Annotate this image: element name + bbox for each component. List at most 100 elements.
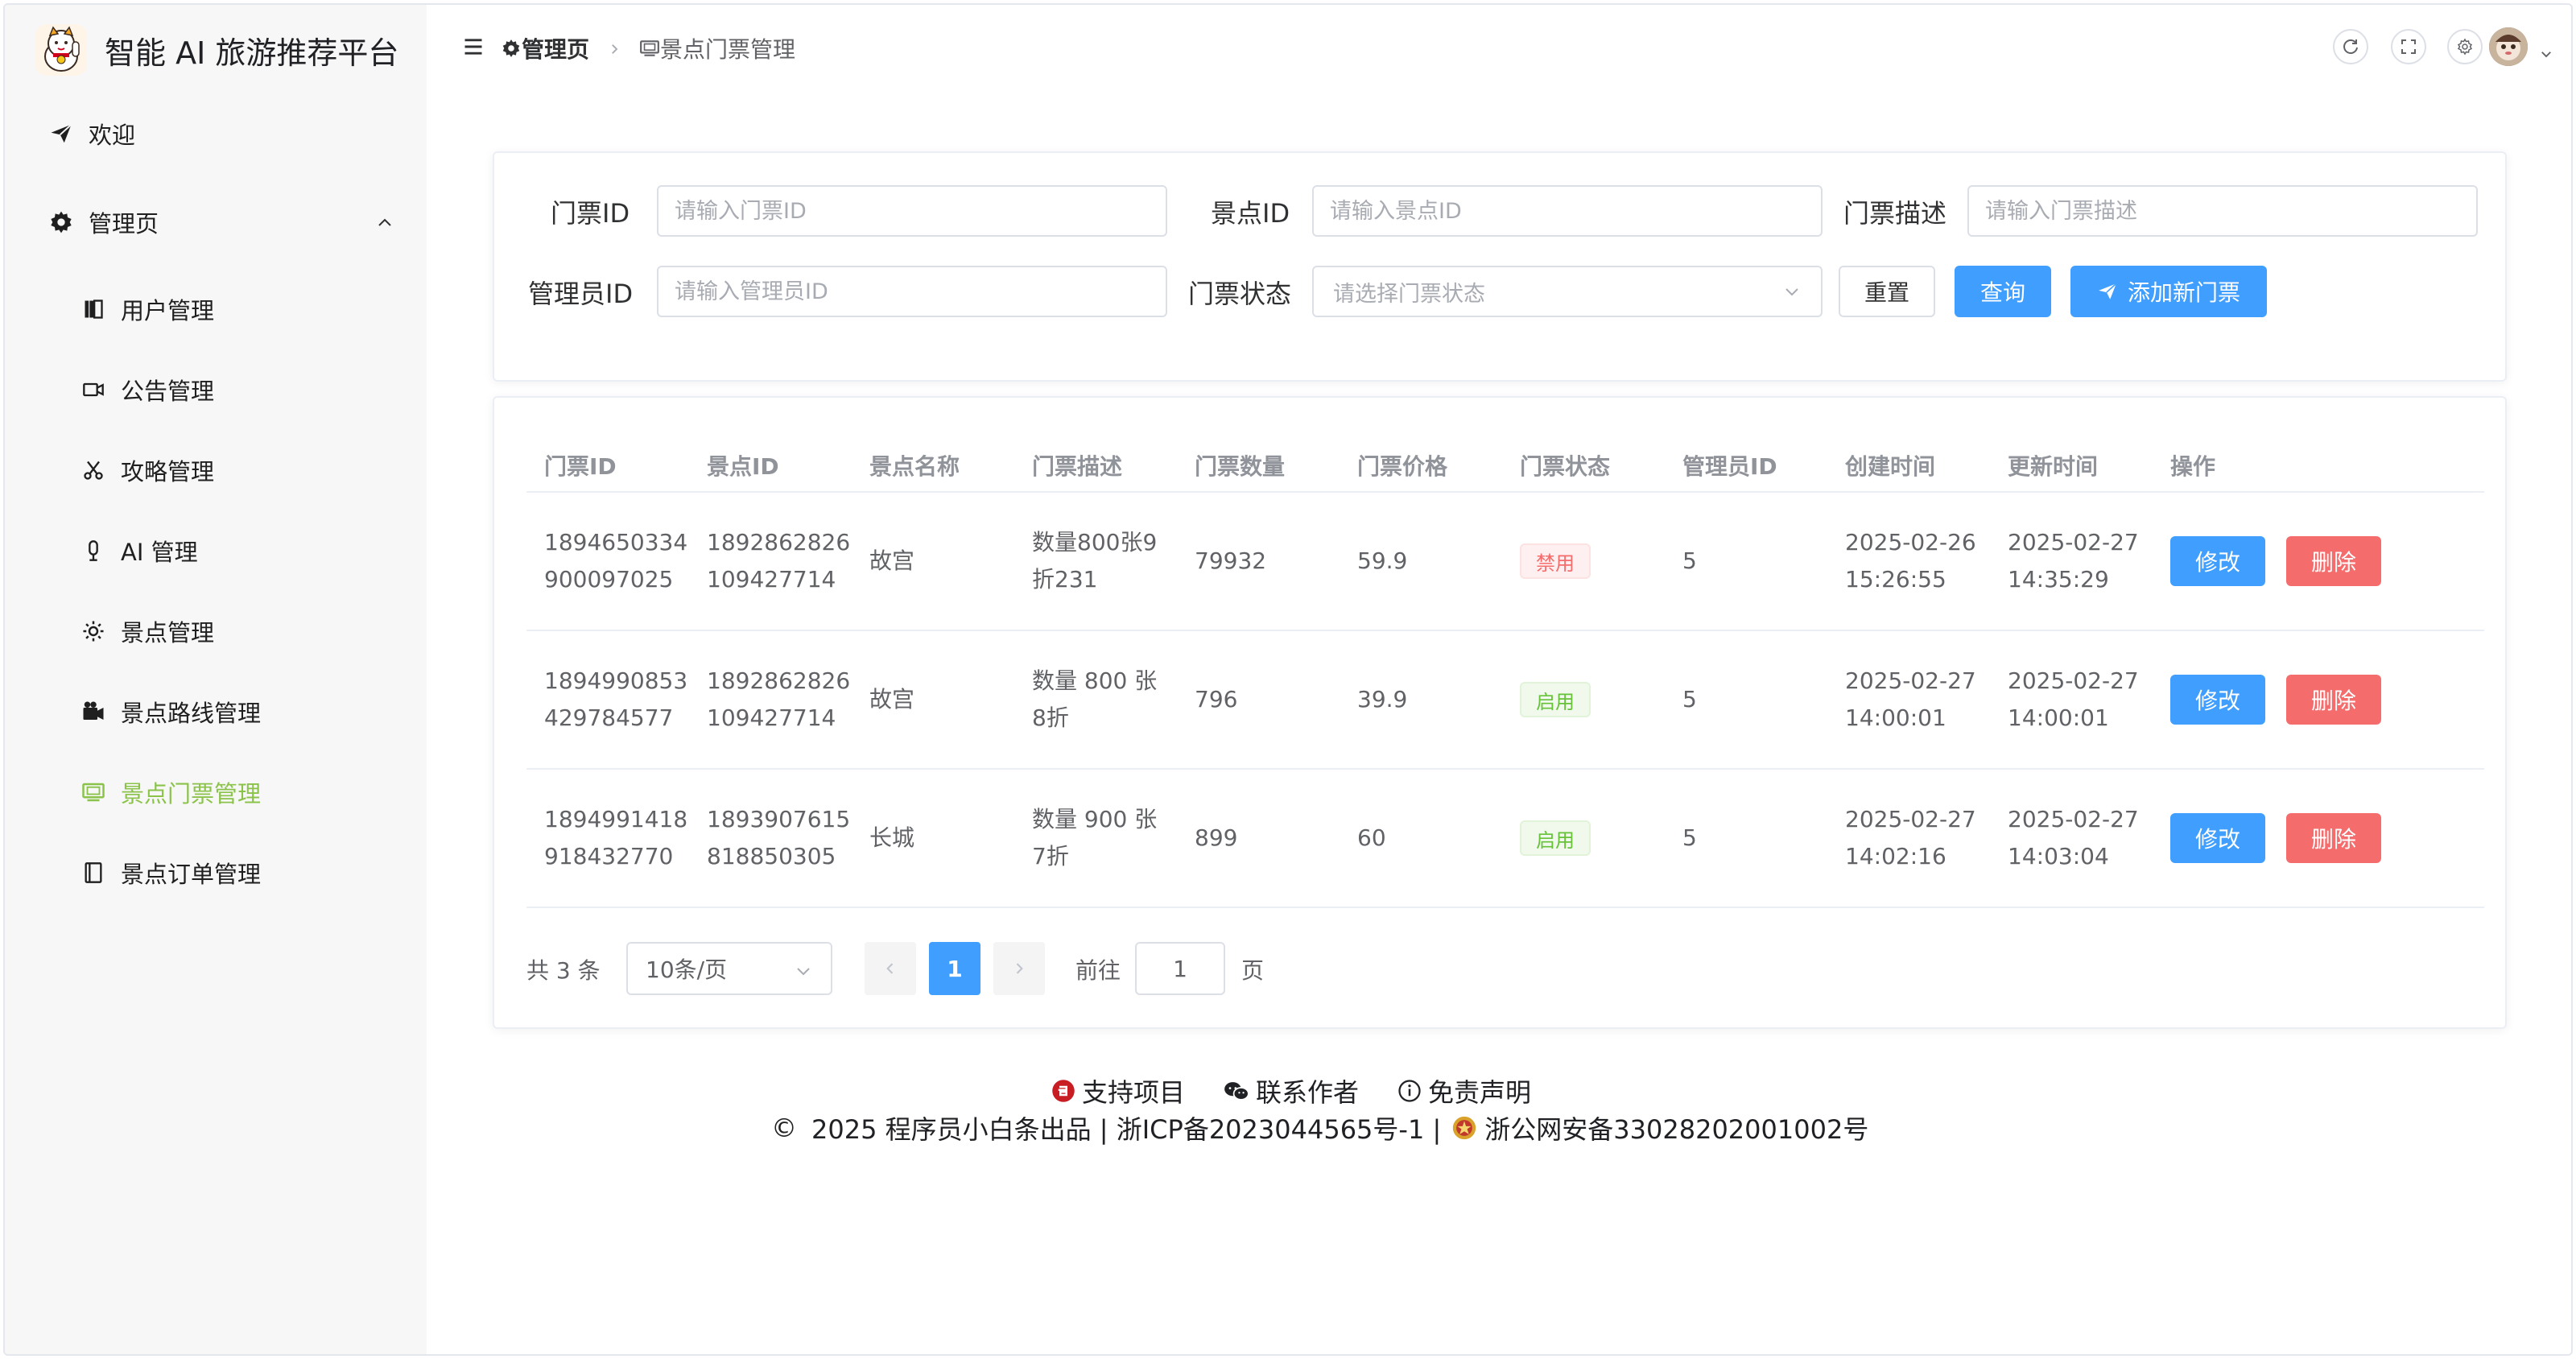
delete-button[interactable]: 删除	[2286, 675, 2381, 725]
send-icon	[47, 119, 76, 148]
status-badge: 禁用	[1520, 543, 1591, 579]
caret-down-icon[interactable]	[2539, 40, 2553, 67]
fullscreen-icon	[2401, 39, 2416, 54]
sidebar-item-routes[interactable]: 景点路线管理	[5, 680, 427, 744]
table-header: 门票ID 景点ID 景点名称 门票描述 门票数量 门票价格 门票状态 管理员ID…	[526, 430, 2484, 493]
ticket-icon	[79, 778, 108, 807]
prev-page-button[interactable]	[865, 942, 916, 995]
delete-button[interactable]: 删除	[2286, 536, 2381, 586]
col-admin-id: 管理员ID	[1682, 453, 1777, 480]
menu-toggle-icon[interactable]	[462, 35, 485, 64]
edit-button[interactable]: 修改	[2170, 536, 2265, 586]
cell-price: 39.9	[1357, 686, 1408, 713]
app-window: 智能 AI 旅游推荐平台 欢迎 管理页 用户管理 公告管理 攻略管理 AI 管理…	[3, 3, 2573, 1356]
col-spot-id: 景点ID	[707, 453, 779, 480]
notebook-icon	[79, 858, 108, 887]
pagination: 共 3 条 10条/页 1 前往 页	[526, 942, 2484, 995]
ticket-desc-input[interactable]	[1967, 185, 2478, 237]
cell-created: 2025-02-26 15:26:55	[1845, 529, 1976, 593]
spot-id-input[interactable]	[1312, 185, 1823, 237]
sidebar-item-label: AI 管理	[121, 539, 198, 566]
cell-desc: 数量 800 张 8折	[1032, 667, 1158, 731]
col-ticket-id: 门票ID	[544, 453, 617, 480]
col-desc: 门票描述	[1032, 453, 1123, 480]
copyright-text: 2025 程序员小白条出品 | 浙ICP备2023044565号-1 |	[811, 1114, 1442, 1145]
next-page-button[interactable]	[993, 942, 1045, 995]
fullscreen-button[interactable]	[2391, 29, 2426, 64]
add-ticket-button[interactable]: 添加新门票	[2070, 266, 2267, 317]
wechat-icon	[1224, 1082, 1249, 1101]
sidebar-item-admin[interactable]: 管理页	[5, 190, 427, 254]
chevron-down-icon	[1782, 282, 1802, 307]
page-number-button[interactable]: 1	[929, 942, 980, 995]
disclaimer-label: 免责声明	[1428, 1077, 1532, 1108]
police-record-link[interactable]: 浙公网安备33028202001002号	[1484, 1109, 1868, 1146]
gear-icon	[47, 208, 76, 237]
search-panel: 门票ID 景点ID 门票描述 管理员ID 门票状态 请选择门票状态 重置 查询 …	[493, 151, 2507, 382]
status-badge: 启用	[1520, 682, 1591, 717]
sidebar-item-welcome[interactable]: 欢迎	[5, 101, 427, 166]
edit-button[interactable]: 修改	[2170, 675, 2265, 725]
sidebar-item-guides[interactable]: 攻略管理	[5, 438, 427, 502]
pagination-total: 共 3 条	[526, 957, 601, 984]
col-spot-name: 景点名称	[869, 453, 960, 480]
edit-button[interactable]: 修改	[2170, 813, 2265, 863]
settings-button[interactable]	[2447, 29, 2483, 64]
police-badge-icon	[1453, 1116, 1476, 1140]
ticket-status-select[interactable]: 请选择门票状态	[1312, 266, 1823, 317]
sidebar-item-announcements[interactable]: 公告管理	[5, 357, 427, 422]
cell-admin-id: 5	[1682, 824, 1697, 851]
refresh-button[interactable]	[2333, 29, 2368, 64]
sidebar-item-label: 用户管理	[121, 297, 215, 324]
cell-desc: 数量 900 张 7折	[1032, 806, 1158, 870]
page-size-select[interactable]: 10条/页	[626, 942, 832, 995]
refresh-icon	[2343, 39, 2358, 54]
cell-spot-id: 1892862826109427714	[707, 529, 851, 593]
sidebar-item-ai[interactable]: AI 管理	[5, 518, 427, 583]
page-size-value: 10条/页	[646, 956, 728, 983]
sidebar-item-users[interactable]: 用户管理	[5, 277, 427, 341]
ticket-id-input[interactable]	[657, 185, 1167, 237]
sidebar-item-orders[interactable]: 景点订单管理	[5, 841, 427, 905]
gear-icon	[2457, 38, 2473, 56]
goto-page-input[interactable]	[1135, 942, 1225, 995]
chevron-left-icon	[886, 963, 894, 974]
admin-id-input[interactable]	[657, 266, 1167, 317]
contact-label: 联系作者	[1256, 1077, 1360, 1108]
cell-ticket-id: 1894991418918432770	[544, 806, 688, 870]
contact-link[interactable]: 联系作者	[1224, 1072, 1359, 1109]
cell-ticket-id: 1894650334900097025	[544, 529, 688, 593]
sidebar-item-tickets[interactable]: 景点门票管理	[5, 760, 427, 824]
ticket-desc-label: 门票描述	[1843, 198, 1947, 229]
ticket-status-label: 门票状态	[1188, 279, 1292, 309]
add-ticket-label: 添加新门票	[2127, 279, 2240, 306]
cell-desc: 数量800张9折231	[1032, 529, 1158, 593]
lucky-cat-logo-icon	[35, 24, 87, 76]
breadcrumb-root[interactable]: 管理页	[501, 32, 589, 64]
sun-icon	[79, 617, 108, 646]
query-button[interactable]: 查询	[1955, 266, 2051, 317]
cell-updated: 2025-02-27 14:35:29	[2008, 529, 2139, 593]
sidebar-item-label: 景点管理	[121, 619, 215, 646]
avatar[interactable]	[2489, 27, 2528, 66]
sidebar-item-spots[interactable]: 景点管理	[5, 599, 427, 663]
chevron-down-icon	[794, 960, 813, 986]
chevron-up-icon	[375, 211, 394, 238]
cell-admin-id: 5	[1682, 686, 1697, 713]
col-price: 门票价格	[1357, 453, 1448, 480]
disclaimer-link[interactable]: 免责声明	[1397, 1072, 1531, 1109]
video-icon	[79, 375, 108, 404]
cell-price: 59.9	[1357, 547, 1408, 574]
reset-button[interactable]: 重置	[1839, 266, 1935, 317]
support-link[interactable]: 支持项目	[1051, 1072, 1185, 1109]
breadcrumb-root-label: 管理页	[522, 36, 590, 63]
col-status: 门票状态	[1520, 453, 1611, 480]
microphone-icon	[79, 536, 108, 565]
sidebar-item-label: 管理页	[89, 210, 159, 238]
cell-spot-name: 故宫	[869, 686, 915, 713]
send-icon	[2099, 283, 2117, 299]
cell-created: 2025-02-27 14:00:01	[1845, 667, 1976, 731]
sidebar-item-label: 景点路线管理	[121, 700, 262, 727]
goto-suffix: 页	[1241, 957, 1265, 984]
delete-button[interactable]: 删除	[2286, 813, 2381, 863]
